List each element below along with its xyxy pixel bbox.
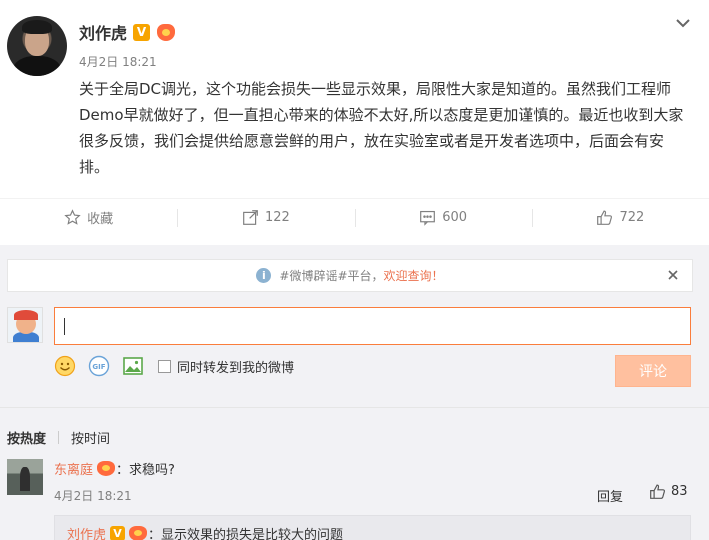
star-icon bbox=[64, 209, 81, 225]
info-icon: i bbox=[256, 268, 272, 283]
image-icon[interactable] bbox=[122, 355, 144, 377]
post-text: 关于全局DC调光，这个功能会损失一些显示效果，局限性大家是知道的。虽然我们工程师… bbox=[79, 80, 684, 176]
close-icon[interactable] bbox=[666, 268, 680, 282]
comment-icon bbox=[420, 210, 436, 226]
chevron-down-icon[interactable] bbox=[674, 14, 692, 32]
repost-label: 同时转发到我的微博 bbox=[177, 360, 295, 376]
sub-reply-line: 刘作虎 V ：显示效果的损失是比较大的问题 bbox=[67, 524, 343, 540]
favorite-label: 收藏 bbox=[87, 212, 114, 227]
sub-reply-text: ：显示效果的损失是比较大的问题 bbox=[148, 528, 344, 540]
author-name[interactable]: 刘作虎 bbox=[79, 20, 127, 44]
commenter-avatar[interactable] bbox=[7, 459, 43, 495]
my-avatar[interactable] bbox=[7, 307, 43, 343]
tab-sort-hot[interactable]: 按热度 bbox=[7, 428, 46, 447]
tab-separator bbox=[58, 431, 60, 444]
share-icon bbox=[243, 210, 258, 225]
comment-time: 4月2日 18:21 bbox=[54, 489, 132, 503]
notice-link[interactable]: 欢迎查询！ bbox=[384, 267, 444, 284]
comment-like-button[interactable]: 83 bbox=[649, 483, 688, 500]
repost-option[interactable]: 同时转发到我的微博 bbox=[158, 357, 294, 376]
sub-reply: 刘作虎 V ：显示效果的损失是比较大的问题 bbox=[54, 515, 691, 540]
text-caret bbox=[64, 318, 65, 335]
favorite-button[interactable]: 收藏 bbox=[0, 199, 177, 236]
comment-count: 600 bbox=[442, 210, 468, 225]
submit-comment-button[interactable]: 评论 bbox=[615, 355, 691, 387]
comment-text: ：求稳吗? bbox=[116, 463, 175, 478]
comment-sort-tabs: 按热度 按时间 bbox=[7, 428, 110, 447]
verified-icon: V bbox=[133, 23, 151, 41]
author-avatar[interactable] bbox=[7, 16, 67, 76]
thumbs-up-icon bbox=[650, 484, 665, 499]
repost-checkbox[interactable] bbox=[158, 359, 171, 373]
comment-input-box[interactable] bbox=[54, 307, 691, 345]
rumor-notice: i #微博辟谣#平台， 欢迎查询！ bbox=[7, 259, 693, 292]
notice-text: #微博辟谣#平台， bbox=[279, 269, 384, 283]
comment-like-count: 83 bbox=[671, 484, 688, 499]
comment-item: 东离庭 ：求稳吗? bbox=[54, 459, 175, 478]
compose-toolbar: GIF 同时转发到我的微博 bbox=[54, 355, 294, 377]
thumbs-up-icon bbox=[597, 210, 613, 225]
post-actions: 收藏 122 600 722 bbox=[0, 198, 709, 236]
tab-sort-time[interactable]: 按时间 bbox=[71, 428, 110, 447]
sub-reply-author[interactable]: 刘作虎 bbox=[67, 524, 106, 540]
emoji-icon[interactable] bbox=[54, 355, 76, 377]
repost-button[interactable]: 122 bbox=[177, 199, 354, 236]
svg-text:GIF: GIF bbox=[92, 363, 105, 371]
member-icon bbox=[156, 23, 176, 41]
like-count: 722 bbox=[619, 210, 645, 225]
reply-button[interactable]: 回复 bbox=[597, 486, 623, 505]
divider bbox=[0, 407, 709, 408]
comments-section: i #微博辟谣#平台， 欢迎查询！ GIF 同时转发到我的微博 评论 按热度 按… bbox=[0, 245, 709, 540]
comment-button[interactable]: 600 bbox=[354, 199, 532, 236]
gif-icon[interactable]: GIF bbox=[88, 355, 110, 377]
comment-input[interactable] bbox=[55, 308, 690, 344]
author-line: 刘作虎 V bbox=[79, 20, 176, 44]
commenter-name[interactable]: 东离庭 bbox=[54, 459, 93, 478]
weibo-post: 刘作虎 V 4月2日 18:21 关于全局DC调光，这个功能会损失一些显示效果，… bbox=[0, 0, 709, 245]
post-time[interactable]: 4月2日 18:21 bbox=[79, 53, 157, 70]
verified-icon: V bbox=[110, 526, 126, 540]
repost-count: 122 bbox=[264, 210, 290, 225]
member-icon bbox=[129, 526, 148, 540]
member-icon bbox=[97, 461, 116, 476]
like-button[interactable]: 722 bbox=[531, 199, 709, 236]
